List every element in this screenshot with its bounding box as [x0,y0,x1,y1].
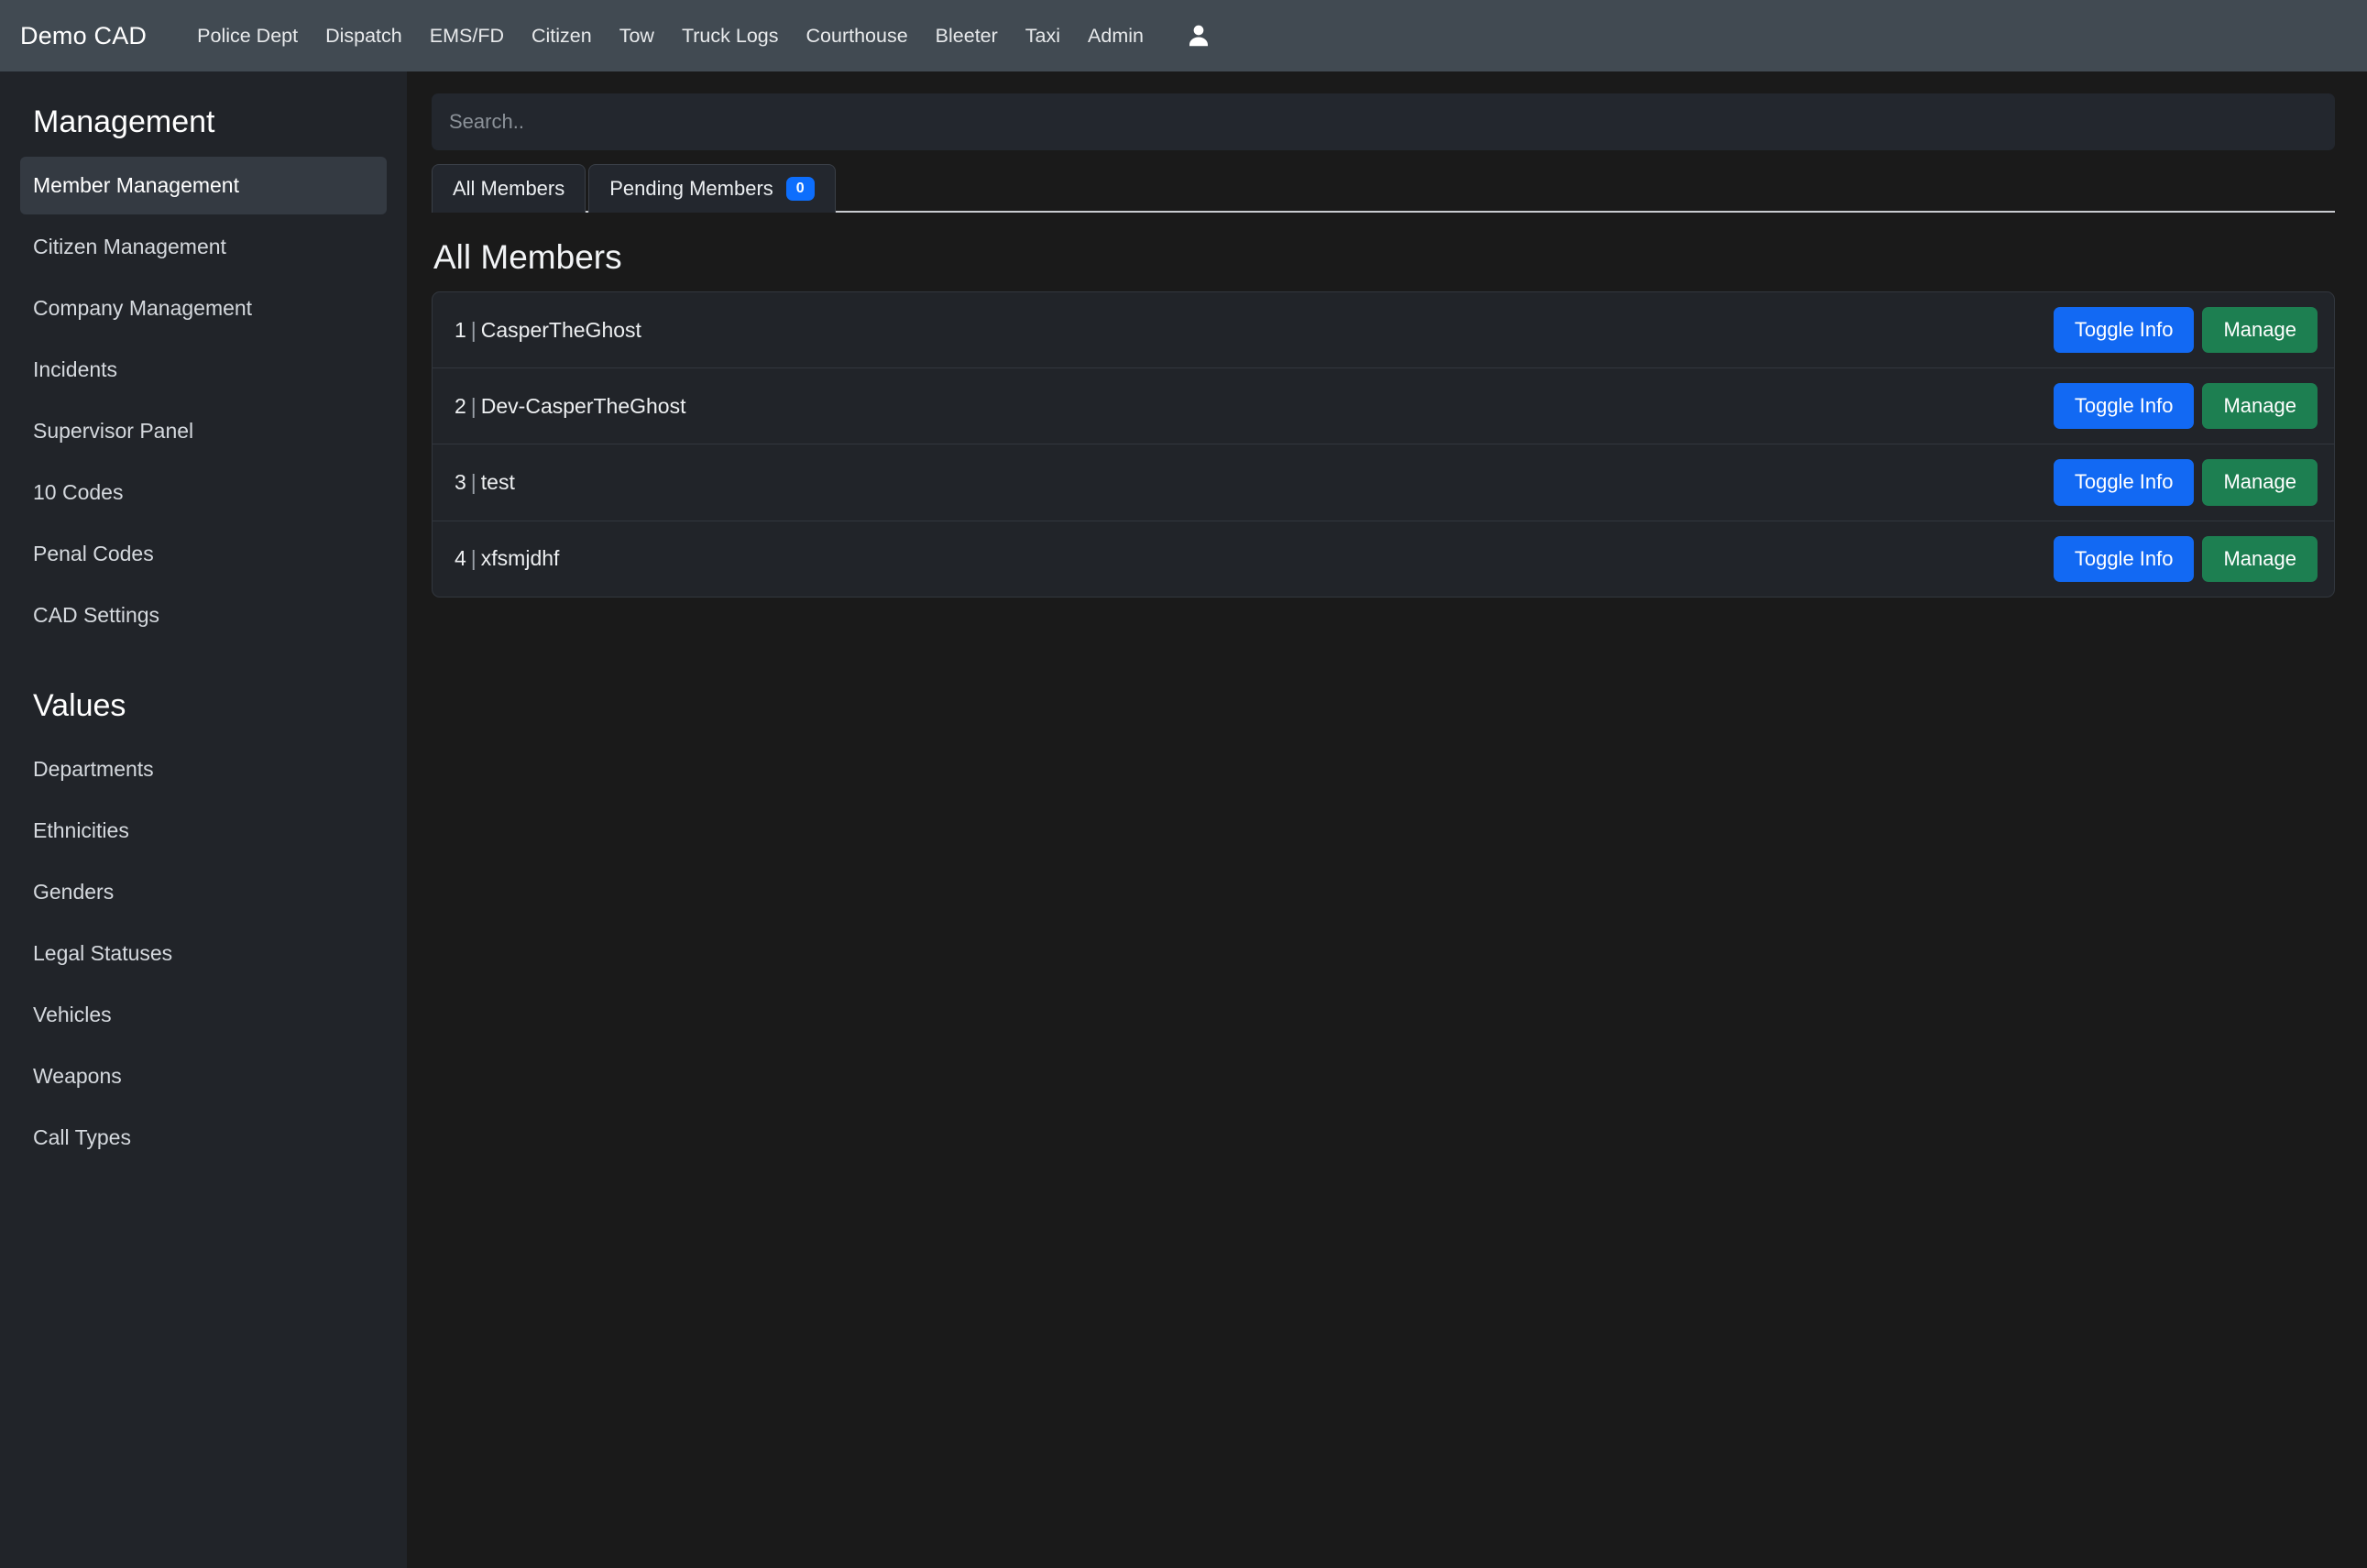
toggle-info-button[interactable]: Toggle Info [2054,383,2195,429]
member-separator: | [466,394,481,418]
tab-pending-members[interactable]: Pending Members 0 [588,164,835,213]
manage-button[interactable]: Manage [2202,459,2318,505]
nav-link-ems-fd[interactable]: EMS/FD [416,19,518,53]
account-menu-button[interactable] [1172,16,1225,55]
tab-pending-members-label: Pending Members [609,177,773,201]
sidebar-item-departments[interactable]: Departments [20,740,387,798]
main-nav: Police Dept Dispatch EMS/FD Citizen Tow … [183,19,1157,53]
member-id: 2 [455,394,466,418]
member-name: 4|xfsmjdhf [455,546,559,571]
nav-link-taxi[interactable]: Taxi [1012,19,1074,53]
page-title: All Members [433,238,2335,277]
member-separator: | [466,470,481,494]
sidebar-item-10-codes[interactable]: 10 Codes [20,464,387,521]
manage-button[interactable]: Manage [2202,307,2318,353]
sidebar: Management Member Management Citizen Man… [0,71,407,1568]
row-actions: Toggle Info Manage [2054,307,2318,353]
sidebar-item-legal-statuses[interactable]: Legal Statuses [20,925,387,982]
row-actions: Toggle Info Manage [2054,536,2318,582]
sidebar-item-citizen-management[interactable]: Citizen Management [20,218,387,276]
member-username: xfsmjdhf [481,546,560,570]
sidebar-item-supervisor-panel[interactable]: Supervisor Panel [20,402,387,460]
toggle-info-button[interactable]: Toggle Info [2054,536,2195,582]
nav-link-admin[interactable]: Admin [1074,19,1157,53]
nav-link-courthouse[interactable]: Courthouse [793,19,922,53]
sidebar-heading-values: Values [20,683,387,728]
sidebar-item-ethnicities[interactable]: Ethnicities [20,802,387,860]
search-input[interactable] [432,93,2335,150]
table-row: 1|CasperTheGhost Toggle Info Manage [433,292,2334,367]
member-username: Dev-CasperTheGhost [481,394,686,418]
row-actions: Toggle Info Manage [2054,383,2318,429]
nav-link-police-dept[interactable]: Police Dept [183,19,312,53]
sidebar-item-member-management[interactable]: Member Management [20,157,387,214]
nav-link-bleeter[interactable]: Bleeter [922,19,1012,53]
table-row: 4|xfsmjdhf Toggle Info Manage [433,521,2334,597]
toggle-info-button[interactable]: Toggle Info [2054,459,2195,505]
sidebar-heading-management: Management [20,99,387,144]
member-id: 1 [455,318,466,342]
top-navbar: Demo CAD Police Dept Dispatch EMS/FD Cit… [0,0,2367,71]
table-row: 2|Dev-CasperTheGhost Toggle Info Manage [433,367,2334,444]
sidebar-item-cad-settings[interactable]: CAD Settings [20,587,387,644]
sidebar-item-weapons[interactable]: Weapons [20,1047,387,1105]
brand-logo[interactable]: Demo CAD [20,22,147,50]
user-icon [1185,22,1212,49]
sidebar-item-company-management[interactable]: Company Management [20,280,387,337]
member-name: 2|Dev-CasperTheGhost [455,394,685,419]
row-actions: Toggle Info Manage [2054,459,2318,505]
sidebar-item-genders[interactable]: Genders [20,863,387,921]
main-content: All Members Pending Members 0 All Member… [407,71,2367,1568]
sidebar-item-vehicles[interactable]: Vehicles [20,986,387,1044]
member-separator: | [466,318,481,342]
nav-link-citizen[interactable]: Citizen [518,19,606,53]
manage-button[interactable]: Manage [2202,383,2318,429]
member-id: 3 [455,470,466,494]
member-username: test [481,470,515,494]
member-id: 4 [455,546,466,570]
member-tabs: All Members Pending Members 0 [432,164,2335,213]
sidebar-item-call-types[interactable]: Call Types [20,1109,387,1167]
tab-all-members[interactable]: All Members [432,164,586,213]
nav-link-dispatch[interactable]: Dispatch [312,19,416,53]
page-body: Management Member Management Citizen Man… [0,71,2367,1568]
nav-link-tow[interactable]: Tow [606,19,668,53]
member-name: 1|CasperTheGhost [455,318,641,343]
toggle-info-button[interactable]: Toggle Info [2054,307,2195,353]
pending-members-count-badge: 0 [786,177,815,201]
member-username: CasperTheGhost [481,318,641,342]
sidebar-item-incidents[interactable]: Incidents [20,341,387,399]
tab-all-members-label: All Members [453,177,564,201]
table-row: 3|test Toggle Info Manage [433,444,2334,520]
sidebar-item-penal-codes[interactable]: Penal Codes [20,525,387,583]
member-name: 3|test [455,470,515,495]
member-list: 1|CasperTheGhost Toggle Info Manage 2|De… [432,291,2335,598]
member-separator: | [466,546,481,570]
manage-button[interactable]: Manage [2202,536,2318,582]
nav-link-truck-logs[interactable]: Truck Logs [668,19,793,53]
